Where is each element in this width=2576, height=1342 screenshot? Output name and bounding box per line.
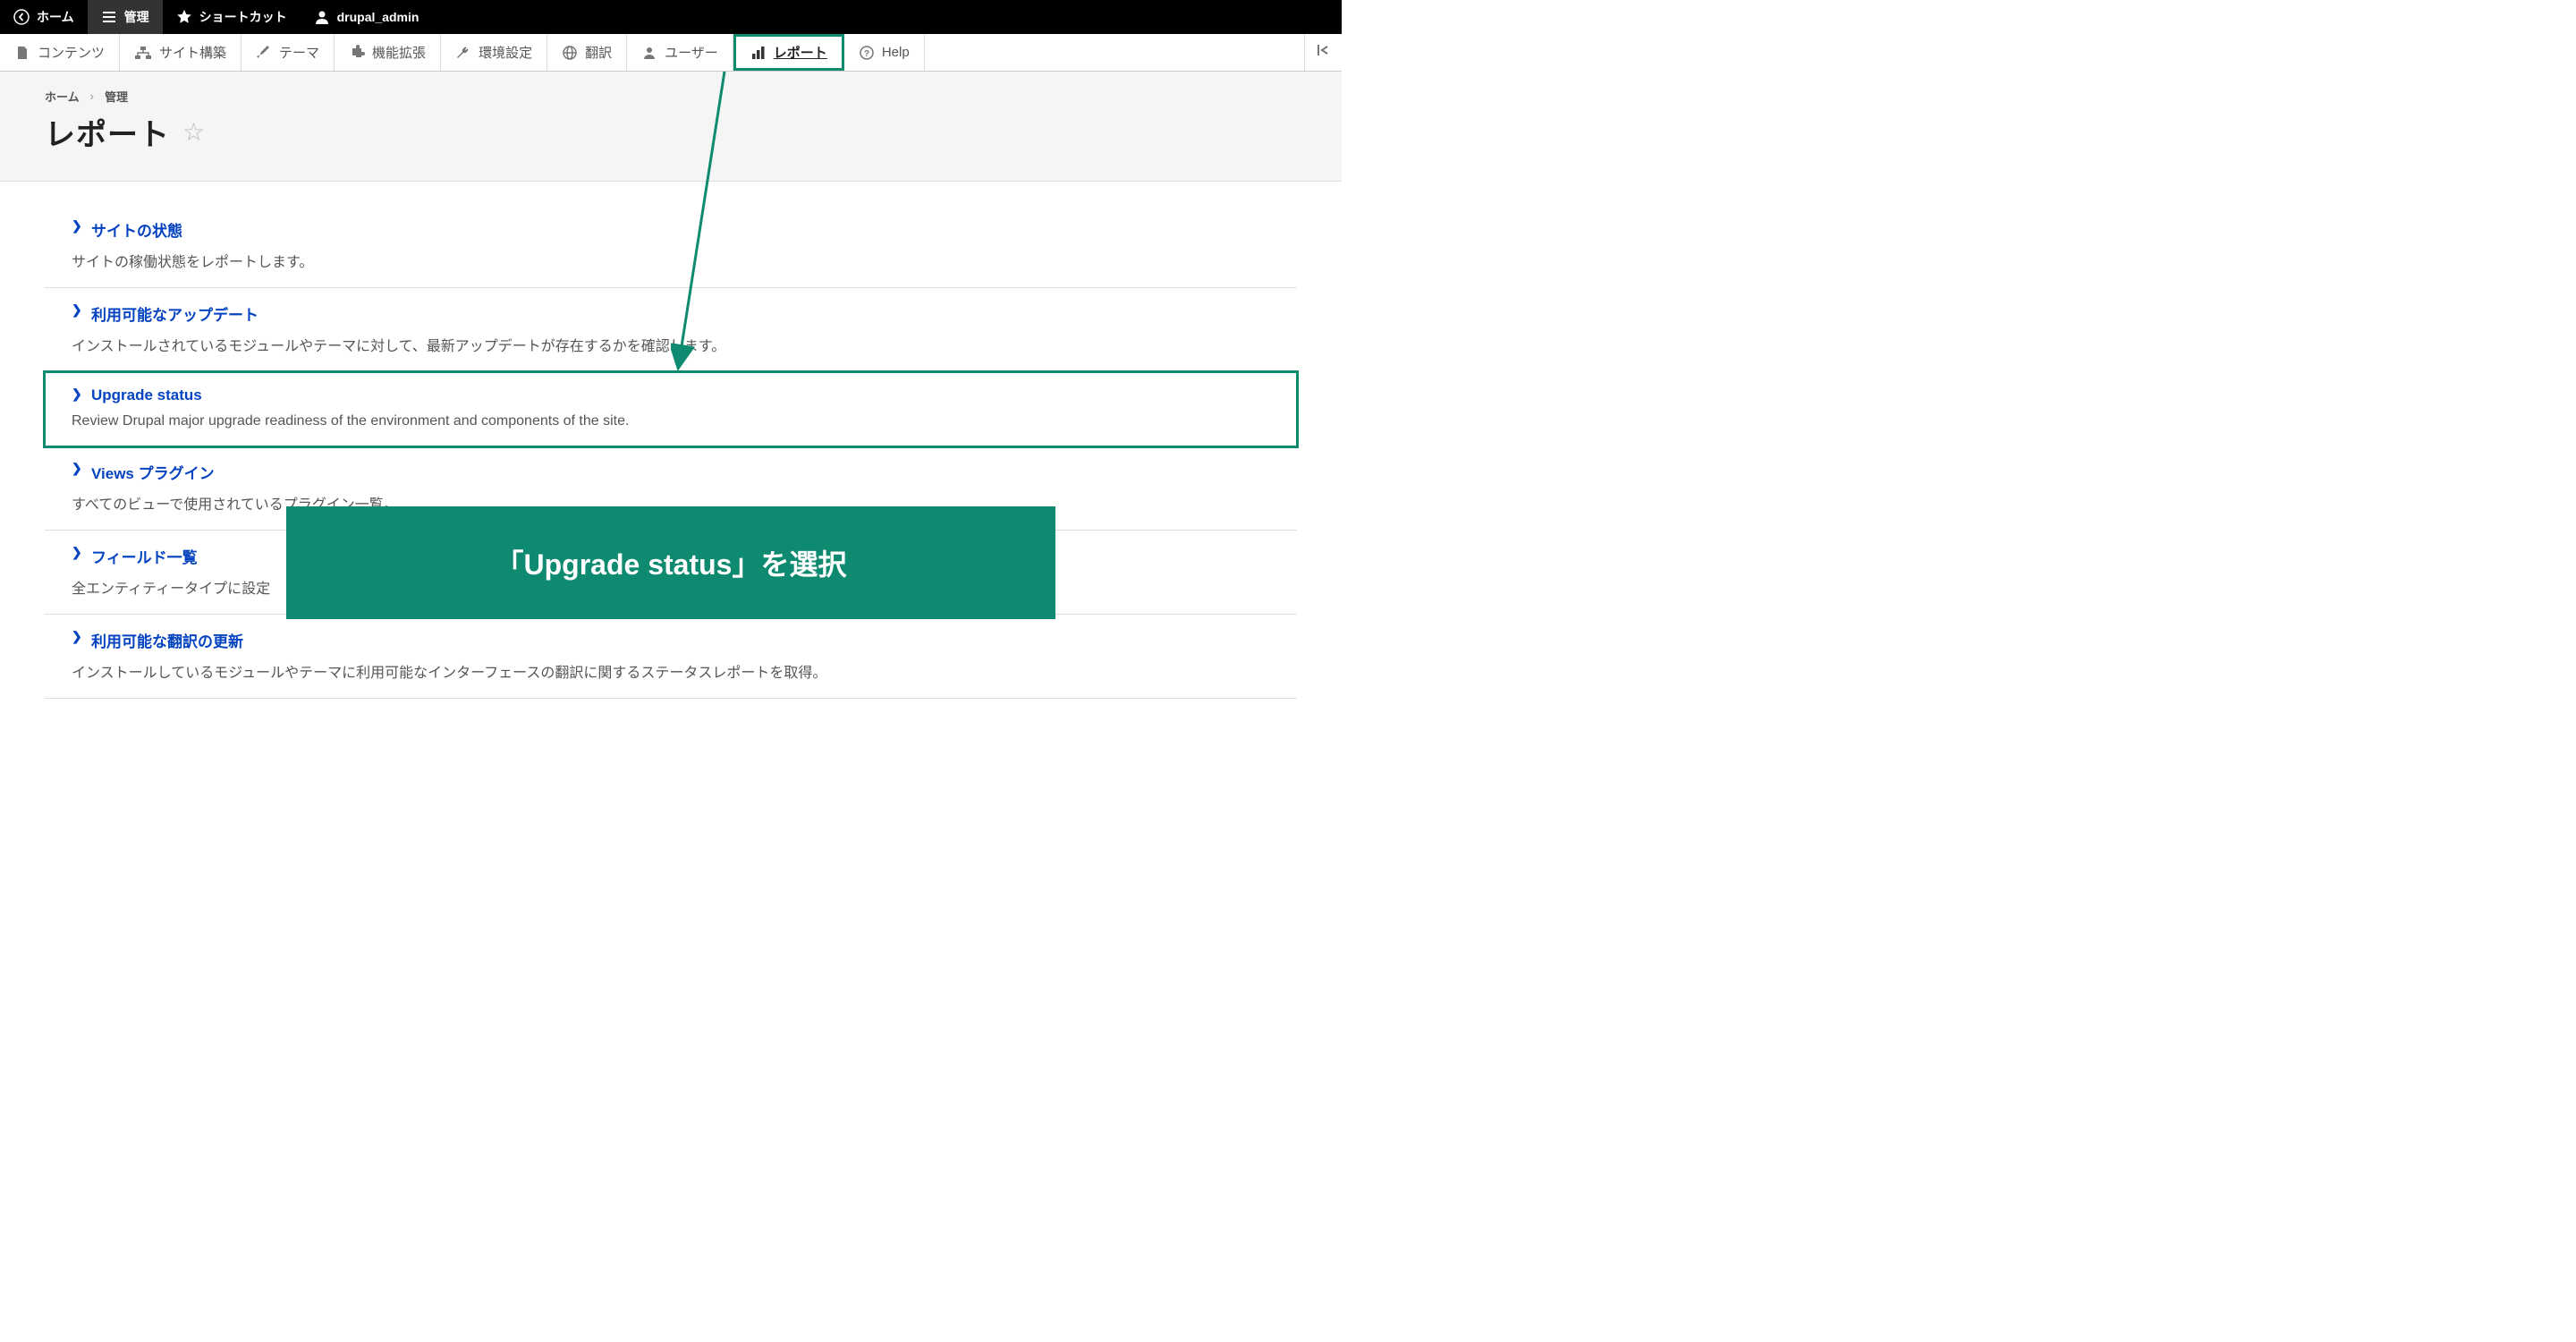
brush-icon (256, 45, 272, 61)
report-item-available-updates: ❯ 利用可能なアップデート インストールされているモジュールやテーマに対して、最… (45, 288, 1297, 372)
breadcrumb: ホーム › 管理 (45, 88, 1297, 105)
nav-help[interactable]: ? Help (844, 34, 925, 71)
topbar-home[interactable]: ホーム (0, 0, 88, 34)
breadcrumb-admin[interactable]: 管理 (105, 88, 128, 105)
nav-appearance-label: テーマ (279, 43, 319, 62)
nav-structure-label: サイト構築 (159, 43, 226, 62)
annotation-callout: 「Upgrade status」を選択 (286, 506, 1055, 619)
report-desc: サイトの稼働状態をレポートします。 (72, 250, 1286, 271)
report-link-available-updates[interactable]: 利用可能なアップデート (91, 307, 258, 324)
nav-content[interactable]: コンテンツ (0, 34, 120, 71)
topbar: ホーム 管理 ショートカット drupal_admin (0, 0, 1342, 34)
help-icon: ? (859, 45, 875, 61)
user-icon (314, 9, 330, 25)
nav-appearance[interactable]: テーマ (242, 34, 335, 71)
chevron-right-icon: ❯ (72, 629, 84, 644)
favorite-star-icon[interactable]: ☆ (182, 117, 205, 147)
report-desc: Review Drupal major upgrade readiness of… (72, 413, 1286, 429)
report-link-upgrade-status[interactable]: Upgrade status (91, 386, 202, 403)
topbar-admin-label: 管理 (124, 8, 149, 26)
report-desc: インストールされているモジュールやテーマに対して、最新アップデートが存在するかを… (72, 334, 1286, 355)
page-title: レポート (45, 110, 170, 154)
person-icon (641, 45, 657, 61)
nav-translate[interactable]: 翻訳 (547, 34, 627, 71)
wrench-icon (455, 45, 471, 61)
chevron-right-icon: ❯ (72, 545, 84, 560)
globe-icon (562, 45, 578, 61)
topbar-user-label: drupal_admin (337, 10, 419, 24)
breadcrumb-home[interactable]: ホーム (45, 88, 80, 105)
collapse-icon (1316, 42, 1332, 63)
back-circle-icon (13, 9, 30, 25)
chevron-right-icon: ❯ (72, 302, 84, 318)
nav-extend[interactable]: 機能拡張 (335, 34, 441, 71)
main-content: ❯ サイトの状態 サイトの稼働状態をレポートします。 ❯ 利用可能なアップデート… (0, 182, 1342, 721)
report-item-translation-updates: ❯ 利用可能な翻訳の更新 インストールしているモジュールやテーマに利用可能なイン… (45, 615, 1297, 699)
topbar-admin[interactable]: 管理 (88, 0, 163, 34)
star-icon (176, 9, 192, 25)
puzzle-icon (349, 45, 365, 61)
report-item-upgrade-status: ❯ Upgrade status Review Drupal major upg… (45, 372, 1297, 446)
toolbar-collapse-button[interactable] (1304, 34, 1342, 71)
page-header: ホーム › 管理 レポート ☆ (0, 72, 1342, 182)
nav-configuration[interactable]: 環境設定 (441, 34, 547, 71)
page-title-row: レポート ☆ (45, 110, 1297, 154)
breadcrumb-separator: › (90, 89, 94, 103)
report-link-views-plugins[interactable]: Views プラグイン (91, 465, 215, 482)
topbar-shortcuts[interactable]: ショートカット (163, 0, 301, 34)
report-link-site-status[interactable]: サイトの状態 (91, 223, 182, 240)
nav-people[interactable]: ユーザー (627, 34, 733, 71)
nav-reports[interactable]: レポート (733, 34, 844, 71)
nav-people-label: ユーザー (665, 43, 718, 62)
nav-translate-label: 翻訳 (585, 43, 612, 62)
nav-configuration-label: 環境設定 (479, 43, 532, 62)
report-list: ❯ サイトの状態 サイトの稼働状態をレポートします。 ❯ 利用可能なアップデート… (45, 204, 1297, 699)
annotation-text: 「Upgrade status」を選択 (496, 548, 847, 581)
chevron-right-icon: ❯ (72, 461, 84, 476)
report-item-site-status: ❯ サイトの状態 サイトの稼働状態をレポートします。 (45, 204, 1297, 288)
nav-extend-label: 機能拡張 (372, 43, 426, 62)
topbar-home-label: ホーム (37, 8, 74, 26)
report-desc: インストールしているモジュールやテーマに利用可能なインターフェースの翻訳に関する… (72, 660, 1286, 682)
bar-chart-icon (750, 45, 767, 61)
nav-reports-label: レポート (774, 43, 827, 62)
hamburger-icon (101, 9, 117, 25)
nav-structure[interactable]: サイト構築 (120, 34, 242, 71)
chevron-right-icon: ❯ (72, 386, 84, 402)
nav-content-label: コンテンツ (38, 43, 105, 62)
document-icon (14, 45, 30, 61)
chevron-right-icon: ❯ (72, 218, 84, 234)
topbar-user[interactable]: drupal_admin (301, 0, 433, 34)
topbar-shortcuts-label: ショートカット (199, 8, 287, 26)
structure-icon (134, 45, 152, 61)
report-link-translation-updates[interactable]: 利用可能な翻訳の更新 (91, 633, 243, 650)
admin-toolbar: コンテンツ サイト構築 テーマ 機能拡張 環境設定 翻訳 ユーザー (0, 34, 1342, 72)
report-link-field-list[interactable]: フィールド一覧 (91, 549, 198, 566)
nav-help-label: Help (882, 45, 910, 60)
svg-text:?: ? (864, 49, 869, 59)
